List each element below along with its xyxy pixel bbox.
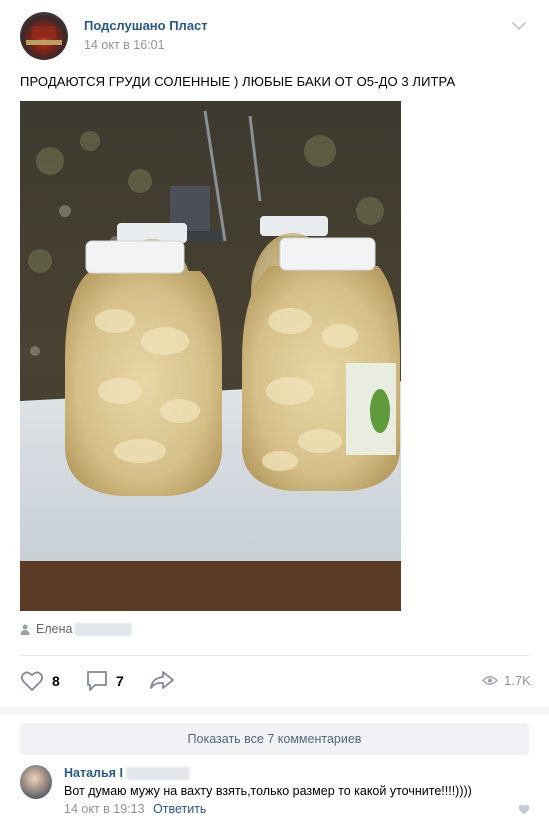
eye-icon (482, 676, 498, 685)
post-author[interactable]: Елена (20, 622, 133, 636)
comment-time[interactable]: 14 окт в 19:13 (64, 802, 145, 816)
post-text: ПРОДАЮТСЯ ГРУДИ СОЛЕННЫЕ ) ЛЮБЫЕ БАКИ ОТ… (20, 74, 456, 89)
share-icon (150, 671, 174, 689)
comment-button[interactable]: 7 (86, 670, 124, 692)
views-count: 1.7K (504, 673, 531, 688)
group-avatar[interactable] (20, 12, 68, 60)
show-all-comments-button[interactable]: Показать все 7 комментариев (20, 723, 529, 755)
actions-divider (20, 655, 529, 656)
comment-text: Вот думаю мужу на вахту взять,только раз… (64, 784, 472, 798)
author-surname-blur (74, 622, 133, 636)
views-counter: 1.7K (482, 673, 531, 688)
commenter-name[interactable]: Наталья I (64, 766, 190, 780)
post-author-name[interactable]: Елена (36, 622, 72, 636)
post-date[interactable]: 14 окт в 16:01 (84, 38, 165, 52)
section-separator (0, 706, 549, 714)
comment-count: 7 (116, 673, 124, 689)
commenter-avatar[interactable] (20, 765, 52, 799)
comment-heart-icon[interactable] (518, 804, 530, 815)
like-button[interactable]: 8 (20, 670, 60, 692)
chevron-down-icon[interactable] (511, 20, 527, 32)
share-button[interactable] (149, 670, 183, 690)
group-name-link[interactable]: Подслушано Пласт (84, 18, 208, 33)
comment-icon (87, 671, 107, 691)
commenter-name-text[interactable]: Наталья I (64, 766, 123, 780)
commenter-surname-blur (125, 766, 190, 780)
like-count: 8 (52, 673, 60, 689)
post-card: Подслушано Пласт 14 окт в 16:01 ПРОДАЮТС… (0, 0, 549, 822)
person-icon (20, 624, 30, 635)
heart-icon (20, 671, 44, 691)
reply-link[interactable]: Ответить (153, 802, 206, 816)
post-photo[interactable] (20, 101, 401, 611)
